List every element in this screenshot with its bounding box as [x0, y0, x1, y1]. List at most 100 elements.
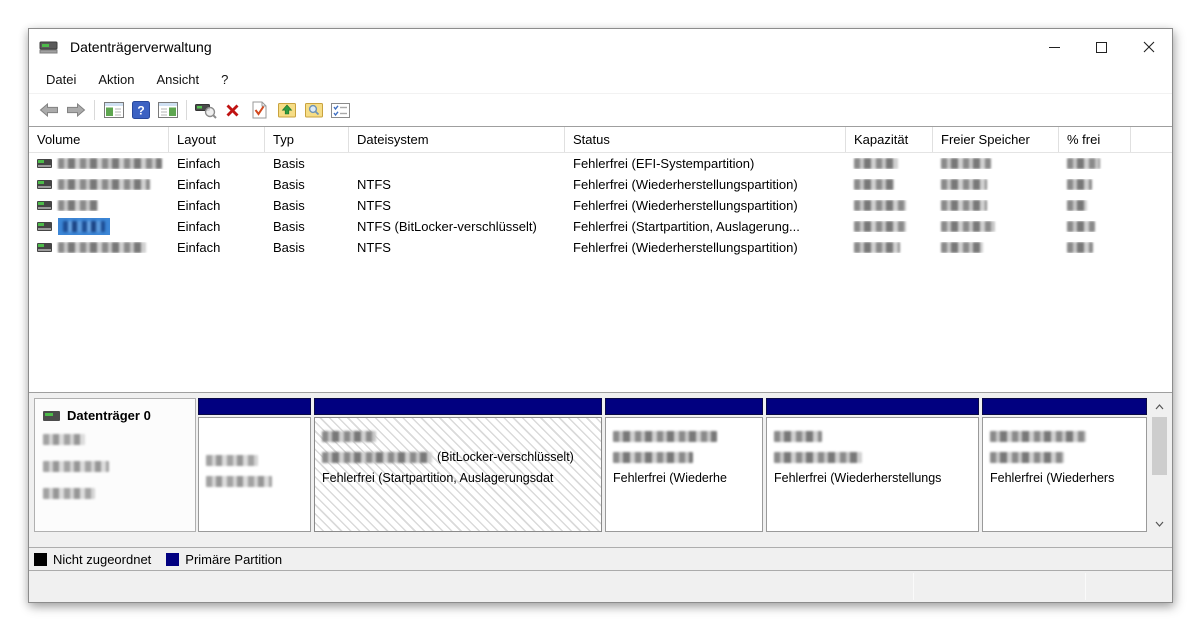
partition-block[interactable] — [198, 398, 311, 532]
column-header-freier-speicher[interactable]: Freier Speicher — [933, 127, 1059, 152]
title-bar: Datenträgerverwaltung — [29, 29, 1172, 65]
redacted-pct-free — [1067, 242, 1093, 253]
cell-status: Fehlerfrei (Wiederherstellungspartition) — [565, 177, 846, 192]
cell-status: Fehlerfrei (Wiederherstellungspartition) — [565, 240, 846, 255]
console-tree-icon[interactable] — [101, 98, 126, 122]
document-check-icon[interactable] — [247, 98, 272, 122]
redacted-pct-free — [1067, 200, 1087, 211]
cell-typ: Basis — [265, 198, 349, 213]
redacted-capacity — [854, 158, 898, 169]
partition-block[interactable]: Fehlerfrei (Wiederhers — [982, 398, 1147, 532]
cell-layout: Einfach — [169, 156, 265, 171]
redacted-volume-name — [63, 221, 105, 232]
table-row[interactable]: Einfach Basis NTFS Fehlerfrei (Wiederher… — [29, 195, 1172, 216]
cell-status: Fehlerfrei (EFI-Systempartition) — [565, 156, 846, 171]
status-divider — [1085, 573, 1086, 600]
redacted-volume-name — [58, 179, 150, 190]
scrollbar-track[interactable] — [1151, 415, 1168, 515]
disk-0-card[interactable]: Datenträger 0 — [34, 398, 196, 532]
column-header-filler — [1131, 127, 1172, 152]
bitlocker-suffix: (BitLocker-verschlüsselt) — [437, 447, 574, 468]
cell-typ: Basis — [265, 177, 349, 192]
redacted-volume-name — [58, 200, 98, 211]
column-header-pct-frei[interactable]: % frei — [1059, 127, 1131, 152]
folder-search-icon[interactable] — [301, 98, 326, 122]
column-header-dateisystem[interactable]: Dateisystem — [349, 127, 565, 152]
status-bar — [29, 571, 1172, 602]
column-header-layout[interactable]: Layout — [169, 127, 265, 152]
redacted-capacity — [854, 242, 900, 253]
volume-icon — [37, 201, 52, 210]
partition-block[interactable]: Fehlerfrei (Wiederherstellungs — [766, 398, 979, 532]
table-row[interactable]: Einfach Basis Fehlerfrei (EFI-Systempart… — [29, 153, 1172, 174]
status-divider — [913, 573, 914, 600]
redacted-disk-size — [43, 461, 109, 472]
redacted-disk-status — [43, 488, 95, 499]
folder-up-icon[interactable] — [274, 98, 299, 122]
column-header-status[interactable]: Status — [565, 127, 846, 152]
partition-status: Fehlerfrei (Wiederhers — [990, 468, 1114, 489]
scroll-down-icon[interactable] — [1151, 515, 1168, 532]
redacted-partition-size — [990, 452, 1064, 463]
close-button[interactable] — [1125, 29, 1172, 65]
redacted-partition-label — [613, 431, 717, 442]
disk-title: Datenträger 0 — [67, 408, 151, 423]
cell-layout: Einfach — [169, 219, 265, 234]
maximize-button[interactable] — [1078, 29, 1125, 65]
partition-status: Fehlerfrei (Wiederhe — [613, 468, 727, 489]
list-header-row: Volume Layout Typ Dateisystem Status Kap… — [29, 127, 1172, 153]
vertical-scrollbar[interactable] — [1151, 398, 1168, 532]
cell-dateisystem: NTFS (BitLocker-verschlüsselt) — [349, 219, 565, 234]
disk-inspect-icon[interactable] — [193, 98, 218, 122]
volume-icon — [37, 180, 52, 189]
forward-icon[interactable] — [63, 98, 88, 122]
menu-datei[interactable]: Datei — [35, 69, 87, 90]
redacted-partition-size — [206, 455, 258, 466]
partition-strip: (BitLocker-verschlüsselt) Fehlerfrei (St… — [198, 398, 1147, 532]
volume-icon — [37, 222, 52, 231]
column-header-kapazitaet[interactable]: Kapazität — [846, 127, 933, 152]
properties-list-icon[interactable] — [328, 98, 353, 122]
redacted-free-space — [941, 221, 995, 232]
back-icon[interactable] — [36, 98, 61, 122]
disk-management-window: Datenträgerverwaltung Datei Aktion Ansic… — [28, 28, 1173, 603]
minimize-button[interactable] — [1031, 29, 1078, 65]
redacted-pct-free — [1067, 221, 1095, 232]
table-row[interactable]: Einfach Basis NTFS Fehlerfrei (Wiederher… — [29, 174, 1172, 195]
scroll-up-icon[interactable] — [1151, 398, 1168, 415]
cell-dateisystem: NTFS — [349, 240, 565, 255]
legend-swatch-primary — [166, 553, 179, 566]
svg-text:?: ? — [137, 104, 144, 118]
cell-layout: Einfach — [169, 240, 265, 255]
column-header-typ[interactable]: Typ — [265, 127, 349, 152]
column-header-volume[interactable]: Volume — [29, 127, 169, 152]
help-icon[interactable]: ? — [128, 98, 153, 122]
cell-dateisystem: NTFS — [349, 177, 565, 192]
app-icon — [39, 39, 61, 55]
partition-color-bar — [982, 398, 1147, 415]
toolbar-separator — [186, 100, 187, 120]
redacted-capacity — [854, 221, 906, 232]
partition-block[interactable]: Fehlerfrei (Wiederhe — [605, 398, 763, 532]
redacted-partition-label — [322, 431, 376, 442]
redacted-volume-name — [58, 242, 146, 253]
legend-bar: Nicht zugeordnet Primäre Partition — [29, 548, 1172, 571]
partition-color-bar — [605, 398, 763, 415]
menu-hilfe[interactable]: ? — [210, 69, 239, 90]
table-row-selected[interactable]: Einfach Basis NTFS (BitLocker-verschlüss… — [29, 216, 1172, 237]
legend-label-primary: Primäre Partition — [185, 552, 282, 567]
partition-color-bar — [314, 398, 602, 415]
cell-dateisystem: NTFS — [349, 198, 565, 213]
redacted-disk-type — [43, 434, 85, 445]
menu-aktion[interactable]: Aktion — [87, 69, 145, 90]
redacted-free-space — [941, 158, 991, 169]
action-pane-icon[interactable] — [155, 98, 180, 122]
delete-icon[interactable] — [220, 98, 245, 122]
partition-block-selected[interactable]: (BitLocker-verschlüsselt) Fehlerfrei (St… — [314, 398, 602, 532]
scrollbar-thumb[interactable] — [1152, 417, 1167, 475]
window-controls — [1031, 29, 1172, 65]
cell-typ: Basis — [265, 240, 349, 255]
table-row[interactable]: Einfach Basis NTFS Fehlerfrei (Wiederher… — [29, 237, 1172, 258]
redacted-pct-free — [1067, 158, 1100, 169]
menu-ansicht[interactable]: Ansicht — [146, 69, 211, 90]
